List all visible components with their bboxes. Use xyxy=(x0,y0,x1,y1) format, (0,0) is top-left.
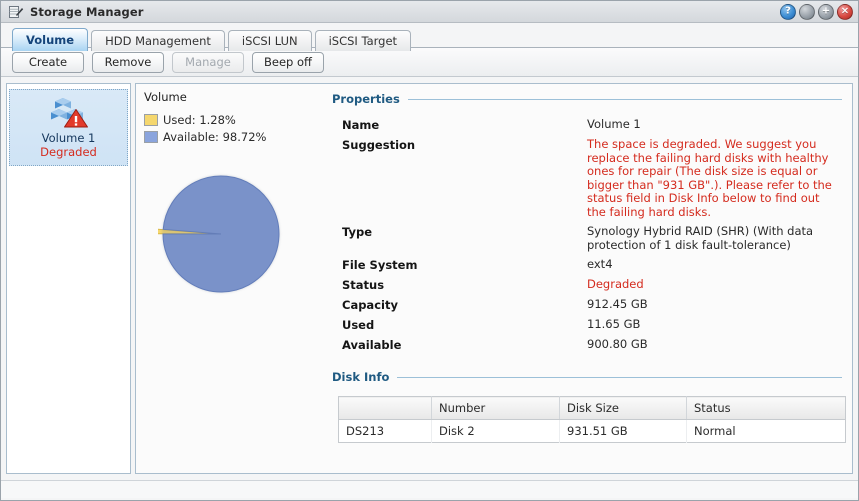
property-label-used: Used xyxy=(342,318,375,332)
properties-section-title: Properties xyxy=(332,92,400,106)
status-bar xyxy=(1,480,858,498)
section-divider xyxy=(407,98,842,100)
help-button[interactable]: ? xyxy=(780,4,796,20)
pie-shadow xyxy=(162,175,280,293)
property-row-file-system: File System ext4 xyxy=(332,257,842,272)
property-value-used: 11.65 GB xyxy=(587,317,641,331)
volume-list-sidebar: Volume 1 Degraded xyxy=(6,83,131,474)
storage-manager-icon xyxy=(8,4,24,20)
tab-hdd-management-label: HDD Management xyxy=(105,34,211,48)
toolbar: Create Remove Manage Beep off xyxy=(1,47,858,77)
property-row-capacity: Capacity 912.45 GB xyxy=(332,297,842,312)
close-button[interactable]: × xyxy=(837,4,853,20)
property-value-available: 900.80 GB xyxy=(587,337,648,351)
property-label-status: Status xyxy=(342,278,385,292)
tab-hdd-management[interactable]: HDD Management xyxy=(91,30,225,51)
create-button-label: Create xyxy=(28,55,68,69)
body: Volume 1 Degraded Volume Used: 1.28% Ava… xyxy=(1,77,858,480)
property-label-suggestion: Suggestion xyxy=(342,138,416,152)
window-frame: Storage Manager ? + × Volume HDD Managem… xyxy=(0,0,859,501)
window-controls: ? + × xyxy=(780,4,853,20)
column-header-number[interactable]: Number xyxy=(431,396,560,420)
tab-iscsi-lun-label: iSCSI LUN xyxy=(241,34,298,48)
property-value-file-system: ext4 xyxy=(587,257,613,271)
volume-chart-block: Volume Used: 1.28% Available: 98.72% xyxy=(144,90,314,301)
property-row-suggestion: Suggestion The space is degraded. We sug… xyxy=(332,137,842,219)
property-label-file-system: File System xyxy=(342,258,418,272)
sidebar-item-volume-1[interactable]: Volume 1 Degraded xyxy=(9,89,128,166)
column-header-status[interactable]: Status xyxy=(686,396,846,420)
legend-item-used: Used: 1.28% xyxy=(144,113,314,127)
disk-info-table-body: DS213 Disk 2 931.51 GB Normal xyxy=(338,419,846,443)
volume-chart-title: Volume xyxy=(144,90,187,104)
create-button[interactable]: Create xyxy=(12,51,84,73)
minimize-button[interactable] xyxy=(799,4,815,20)
disk-info-section-title: Disk Info xyxy=(332,370,390,384)
storage-manager-window: Storage Manager ? + × Volume HDD Managem… xyxy=(0,0,859,501)
section-divider xyxy=(397,376,842,378)
property-label-name: Name xyxy=(342,118,380,132)
cell-model: DS213 xyxy=(338,419,432,443)
property-label-type: Type xyxy=(342,225,373,239)
sidebar-item-volume-1-status: Degraded xyxy=(40,145,97,159)
tab-iscsi-target[interactable]: iSCSI Target xyxy=(314,30,412,51)
property-value-capacity: 912.45 GB xyxy=(587,297,648,311)
column-header-disk-size[interactable]: Disk Size xyxy=(559,396,687,420)
remove-button[interactable]: Remove xyxy=(92,51,164,73)
window-title: Storage Manager xyxy=(30,4,144,19)
disk-info-table: Number Disk Size Status DS213 Disk 2 931… xyxy=(338,396,846,443)
legend-swatch-available xyxy=(144,131,158,143)
manage-button: Manage xyxy=(172,51,244,73)
legend-swatch-used xyxy=(144,114,158,126)
column-header-model[interactable] xyxy=(338,396,432,420)
tab-iscsi-target-label: iSCSI Target xyxy=(328,34,398,48)
disk-info-section: Disk Info Number Disk Size Status DS213 … xyxy=(332,370,846,443)
property-label-capacity: Capacity xyxy=(342,298,398,312)
property-value-type: Synology Hybrid RAID (SHR) (With data pr… xyxy=(587,224,814,252)
tab-iscsi-lun[interactable]: iSCSI LUN xyxy=(227,30,312,51)
disk-info-table-head: Number Disk Size Status xyxy=(338,396,846,420)
properties-section: Properties Name Volume 1 Suggestion The … xyxy=(332,92,842,358)
title-bar: Storage Manager ? + × xyxy=(1,1,858,23)
property-value-name: Volume 1 xyxy=(587,117,641,131)
remove-button-label: Remove xyxy=(104,55,152,69)
property-row-available: Available 900.80 GB xyxy=(332,337,842,352)
plus-icon: + xyxy=(821,5,831,17)
properties-section-header: Properties xyxy=(332,92,842,106)
legend-item-available: Available: 98.72% xyxy=(144,130,314,144)
tab-volume[interactable]: Volume xyxy=(12,28,89,51)
property-row-status: Status Degraded xyxy=(332,277,842,292)
volume-warning-icon xyxy=(49,98,89,131)
tab-strip: Volume HDD Management iSCSI LUN iSCSI Ta… xyxy=(1,23,858,51)
help-icon: ? xyxy=(785,5,791,17)
tab-list: Volume HDD Management iSCSI LUN iSCSI Ta… xyxy=(12,28,858,51)
tab-volume-label: Volume xyxy=(26,33,75,47)
property-label-available: Available xyxy=(342,338,402,352)
maximize-button[interactable]: + xyxy=(818,4,834,20)
close-icon: × xyxy=(840,5,850,17)
beep-off-button[interactable]: Beep off xyxy=(252,51,324,73)
property-row-type: Type Synology Hybrid RAID (SHR) (With da… xyxy=(332,224,842,252)
property-value-status: Degraded xyxy=(587,277,644,291)
legend-label-used: Used: 1.28% xyxy=(163,113,236,127)
legend-label-available: Available: 98.72% xyxy=(163,130,267,144)
table-header-row: Number Disk Size Status xyxy=(338,396,846,420)
properties-list: Name Volume 1 Suggestion The space is de… xyxy=(332,117,842,352)
sidebar-item-volume-1-name: Volume 1 xyxy=(41,131,96,145)
beep-off-button-label: Beep off xyxy=(264,55,312,69)
disk-info-section-header: Disk Info xyxy=(332,370,842,384)
volume-usage-pie-chart xyxy=(155,171,288,301)
cell-number: Disk 2 xyxy=(431,419,560,443)
cell-disk-size: 931.51 GB xyxy=(559,419,687,443)
content-panel: Volume Used: 1.28% Available: 98.72% Pro… xyxy=(135,83,853,474)
table-row[interactable]: DS213 Disk 2 931.51 GB Normal xyxy=(338,419,846,443)
property-value-suggestion: The space is degraded. We suggest you re… xyxy=(587,137,832,219)
manage-button-label: Manage xyxy=(185,55,231,69)
property-row-name: Name Volume 1 xyxy=(332,117,842,132)
property-row-used: Used 11.65 GB xyxy=(332,317,842,332)
cell-status: Normal xyxy=(694,424,736,438)
